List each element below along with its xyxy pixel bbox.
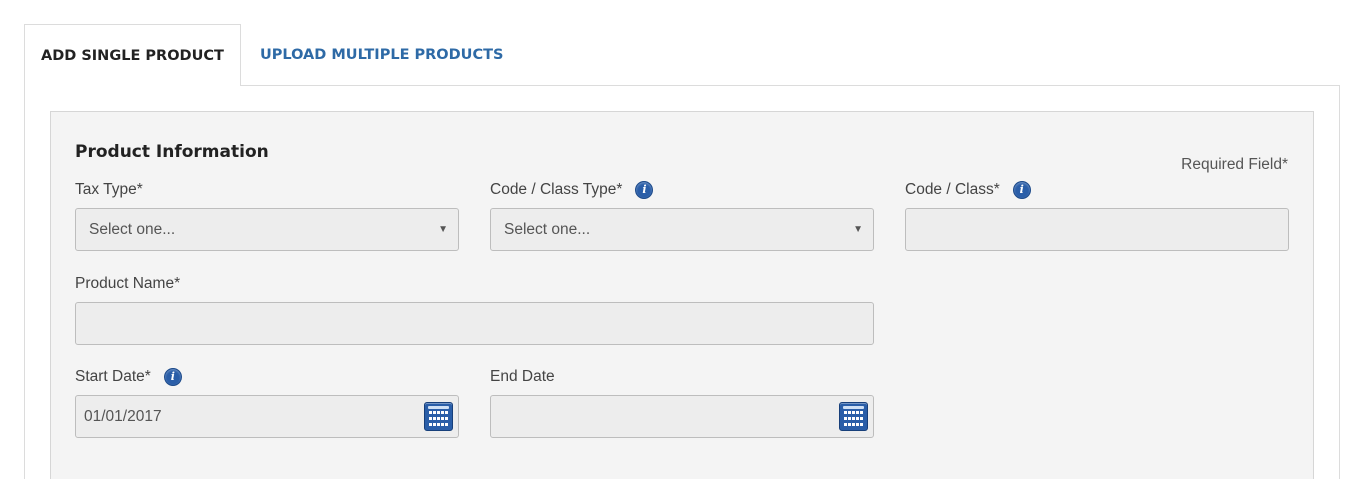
code-class-label: Code / Class* xyxy=(905,180,1031,200)
start-date-input[interactable]: 01/01/2017 xyxy=(75,395,459,438)
required-field-note: Required Field* xyxy=(1181,156,1288,173)
info-icon[interactable] xyxy=(1012,181,1031,199)
product-name-label: Product Name* xyxy=(75,274,180,294)
tax-type-select[interactable]: Select one... ▼ xyxy=(75,208,459,251)
calendar-icon[interactable] xyxy=(839,402,868,431)
product-name-input[interactable] xyxy=(75,302,874,345)
product-name-label-text: Product Name* xyxy=(75,275,181,292)
code-class-type-label-text: Code / Class Type* xyxy=(490,181,623,198)
end-date-label-text: End Date xyxy=(490,368,555,385)
tax-type-selected-value: Select one... xyxy=(89,221,176,238)
tab-add-single-product[interactable]: ADD SINGLE PRODUCT xyxy=(24,24,241,86)
code-class-label-text: Code / Class* xyxy=(905,181,1000,198)
start-date-label: Start Date* xyxy=(75,367,182,387)
tax-type-label: Tax Type* xyxy=(75,180,143,200)
code-class-type-select[interactable]: Select one... ▼ xyxy=(490,208,874,251)
code-class-input[interactable] xyxy=(905,208,1289,251)
tax-type-label-text: Tax Type* xyxy=(75,181,143,198)
info-icon[interactable] xyxy=(163,368,182,386)
start-date-label-text: Start Date* xyxy=(75,368,151,385)
tab-upload-multiple-products[interactable]: UPLOAD MULTIPLE PRODUCTS xyxy=(260,24,503,86)
code-class-type-label: Code / Class Type* xyxy=(490,180,654,200)
caret-down-icon: ▼ xyxy=(438,224,448,235)
code-class-type-selected-value: Select one... xyxy=(504,221,591,238)
caret-down-icon: ▼ xyxy=(853,224,863,235)
end-date-label: End Date xyxy=(490,367,555,387)
calendar-icon[interactable] xyxy=(424,402,453,431)
section-title: Product Information xyxy=(75,142,269,162)
start-date-input-value: 01/01/2017 xyxy=(84,408,162,425)
info-icon[interactable] xyxy=(635,181,654,199)
end-date-input[interactable] xyxy=(490,395,874,438)
